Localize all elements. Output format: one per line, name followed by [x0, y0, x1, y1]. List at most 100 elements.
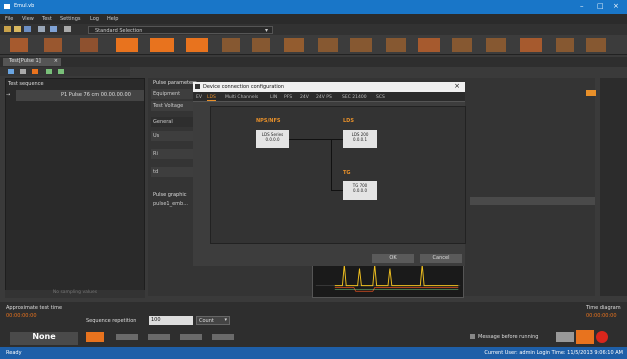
open-icon[interactable]: [14, 26, 21, 32]
sequence-toolbar: [0, 67, 130, 76]
param-row-equipment[interactable]: Equipment: [151, 89, 195, 99]
pause-icon[interactable]: [148, 334, 170, 340]
waveform-icon[interactable]: [556, 38, 574, 52]
right-strip: [586, 78, 627, 296]
approx-time-label: Approximate test time: [6, 305, 63, 311]
new-icon[interactable]: [4, 26, 11, 32]
count-select[interactable]: Count ▾: [196, 316, 230, 325]
action-icon[interactable]: [576, 330, 594, 344]
tab-ev[interactable]: EV: [196, 95, 202, 100]
tab-sec-21400[interactable]: SEC 21400: [342, 95, 367, 100]
menu-file[interactable]: File: [5, 16, 13, 22]
tab-lin[interactable]: LIN: [270, 95, 277, 100]
settings-icon[interactable]: [38, 26, 45, 32]
tab-lds[interactable]: LDS: [207, 95, 216, 101]
seq-rep-input[interactable]: 100: [149, 316, 193, 325]
message-checkbox[interactable]: [470, 334, 475, 339]
maximize-button[interactable]: □: [597, 2, 604, 10]
waveform-icon[interactable]: [418, 38, 440, 52]
connection-line: [331, 139, 332, 190]
print-icon[interactable]: [64, 26, 71, 32]
waveform-icon[interactable]: [586, 38, 606, 52]
waveform-icon[interactable]: [222, 38, 240, 52]
approx-time-value: 00:00:00:00: [6, 313, 37, 319]
dialog-close-button[interactable]: ×: [454, 82, 460, 90]
tab-24v[interactable]: 24V: [300, 95, 309, 100]
tab-scs[interactable]: SCS: [376, 95, 385, 100]
status-user: Current User: admin Login Time: 11/5/201…: [484, 350, 623, 356]
connection-line: [331, 190, 343, 191]
menu-bar: File View Test Settings Log Help: [0, 14, 627, 24]
close-icon[interactable]: ×: [54, 58, 58, 64]
test-sequence-header: Test sequence: [8, 81, 44, 87]
emergency-stop-icon[interactable]: [596, 331, 608, 343]
down-icon[interactable]: [58, 69, 64, 74]
pulse-graphic-sub: pulse1_emb...: [153, 201, 188, 207]
menu-log[interactable]: Log: [90, 16, 99, 22]
tab-24v-ps[interactable]: 24V PS: [316, 95, 332, 100]
indicator-icon: [586, 90, 596, 96]
test-sequence-panel: [5, 78, 145, 296]
waveform-icon[interactable]: [386, 38, 406, 52]
waveform-icon[interactable]: [486, 38, 506, 52]
device-box-lds-200[interactable]: LDS 200 0.0.0.1: [343, 130, 377, 148]
delete-icon[interactable]: [32, 69, 38, 74]
app-icon: [4, 4, 10, 9]
pulse-icon[interactable]: [80, 38, 98, 52]
waveform-icon[interactable]: [252, 38, 270, 52]
param-row-td[interactable]: td: [151, 167, 195, 177]
menu-help[interactable]: Help: [107, 16, 118, 22]
device-box-lds-series[interactable]: LDS Series 0.0.0.0: [256, 130, 289, 148]
ok-button[interactable]: OK: [372, 254, 414, 263]
dialog-icon: [195, 84, 200, 89]
copy-icon[interactable]: [20, 69, 26, 74]
sequence-item[interactable]: → P1 Pulse 76 cm 00.00.00.00: [6, 90, 144, 101]
play-icon[interactable]: [86, 332, 104, 342]
waveform-icon[interactable]: [452, 38, 472, 52]
pulse-icon[interactable]: [44, 38, 62, 52]
surge-icon[interactable]: [150, 38, 174, 52]
device-label-tg: TG: [343, 170, 351, 176]
message-before-label: Message before running: [478, 334, 539, 340]
dip-icon[interactable]: [186, 38, 208, 52]
menu-test[interactable]: Test: [42, 16, 52, 22]
tab-pfs[interactable]: PFS: [284, 95, 292, 100]
add-icon[interactable]: [8, 69, 14, 74]
device-box-tg-700[interactable]: TG 700 0.0.0.0: [343, 181, 377, 200]
param-row-general[interactable]: General: [151, 117, 195, 127]
record-icon[interactable]: [212, 334, 234, 340]
minimize-button[interactable]: –: [580, 2, 584, 10]
time-diagram-value: 00:00:00:00: [586, 313, 617, 319]
waveform-icon[interactable]: [350, 38, 372, 52]
chevron-down-icon: ▾: [224, 317, 227, 323]
close-button[interactable]: ×: [613, 2, 619, 10]
waveform-icon[interactable]: [520, 38, 542, 52]
standard-selection-combo[interactable]: Standard Selection ▾: [88, 26, 273, 34]
menu-settings[interactable]: Settings: [60, 16, 81, 22]
stop-icon[interactable]: [180, 334, 202, 340]
tab-multi-channels[interactable]: Multi Channels: [225, 95, 258, 100]
cancel-button[interactable]: Cancel: [420, 254, 462, 263]
waveform-icon[interactable]: [318, 38, 338, 52]
burst-icon[interactable]: [116, 38, 138, 52]
waveform-icon[interactable]: [284, 38, 304, 52]
toggle-icon[interactable]: [556, 332, 574, 342]
time-diagram-label: Time diagram: [586, 305, 621, 311]
device-label-lds: LDS: [343, 118, 354, 124]
window-title: Emul.vb: [14, 3, 35, 9]
param-row-ri[interactable]: Ri: [151, 149, 195, 159]
up-icon[interactable]: [46, 69, 52, 74]
pulse-param-title: Pulse parameters: [153, 80, 197, 86]
graph-header: [470, 197, 595, 205]
step-icon[interactable]: [116, 334, 138, 340]
doc-tab[interactable]: Test[Pulse 1] ×: [3, 58, 61, 66]
status-ready: Ready: [6, 350, 22, 356]
param-row-test-voltage[interactable]: Test Voltage: [151, 101, 195, 111]
info-icon[interactable]: [50, 26, 57, 32]
param-row-us[interactable]: Us: [151, 131, 195, 141]
doc-tab-bar: [0, 57, 627, 67]
pulse-icon[interactable]: [10, 38, 28, 52]
menu-view[interactable]: View: [22, 16, 34, 22]
none-button[interactable]: None: [10, 332, 78, 345]
save-icon[interactable]: [24, 26, 31, 32]
